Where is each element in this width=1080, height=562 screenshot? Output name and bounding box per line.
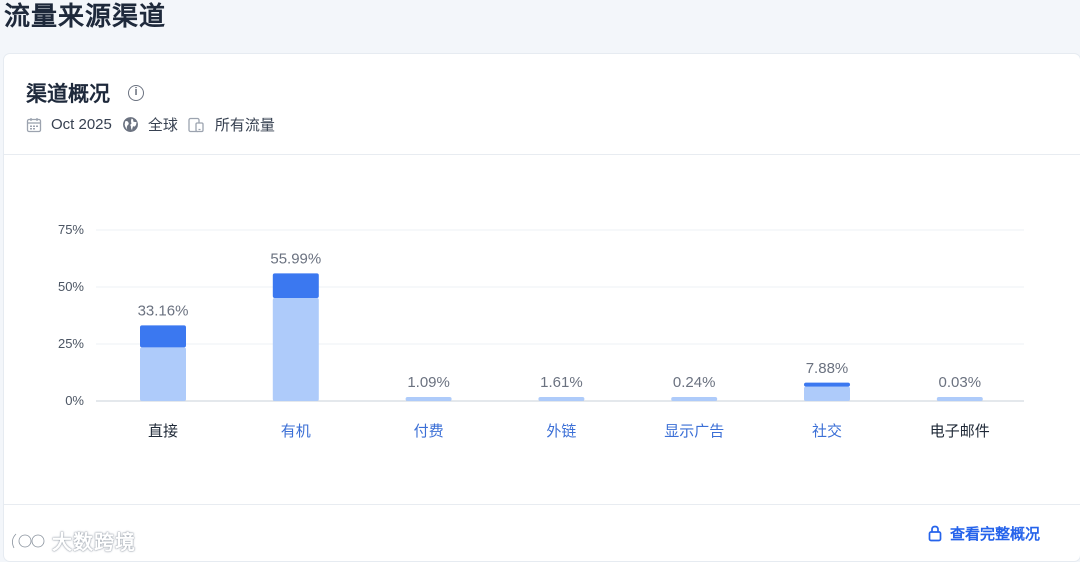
card-title-text: 渠道概况 [26, 83, 110, 106]
bar-segment [936, 397, 983, 401]
globe-icon [122, 117, 138, 132]
region-filter[interactable]: 全球 [122, 114, 178, 135]
y-tick-label: 50% [58, 279, 84, 294]
devices-icon [188, 117, 204, 132]
date-filter[interactable]: Oct 2025 [26, 116, 112, 133]
x-tick-label: 电子邮件 [930, 423, 990, 440]
x-tick-label: 外链 [546, 423, 576, 440]
bar-segment [140, 347, 186, 401]
data-label: 0.03% [939, 374, 982, 391]
data-label: 55.99% [270, 250, 321, 267]
watermark: 大数跨境 [8, 526, 136, 555]
page-title: 流量来源渠道 [4, 1, 167, 31]
bar-segment [804, 382, 850, 387]
card-footer: 查看完整概况 [4, 504, 1080, 562]
bar-segment [405, 397, 452, 401]
x-tick-label: 社交 [812, 422, 842, 440]
view-full-overview-label: 查看完整概况 [949, 526, 1040, 543]
chart-area: 0% 25% 50% 75% 33.16% 直接 55.99% 有机 1.09% 付费 1.61% 外… [4, 155, 1080, 505]
y-tick-label: 75% [58, 222, 84, 237]
y-tick-label: 0% [65, 393, 84, 408]
x-tick-label: 付费 [414, 423, 444, 440]
data-label: 7.88% [806, 360, 849, 377]
date-label: Oct 2025 [51, 116, 112, 133]
bar-segment [272, 297, 319, 401]
region-label: 全球 [147, 117, 178, 134]
brand-logo-icon [11, 532, 46, 549]
bar-segment [538, 397, 585, 401]
data-label: 1.61% [540, 374, 583, 391]
x-tick-label: 显示广告 [664, 423, 724, 440]
channel-bar-chart: 0% 25% 50% 75% 33.16% 直接 55.99% 有机 1.09% 付费 1.61% 外… [58, 222, 1024, 440]
bar-segment [804, 386, 850, 401]
watermark-text: 大数跨境 [52, 532, 136, 554]
lock-icon [928, 525, 942, 542]
bar-segment [140, 325, 186, 348]
y-tick-label: 25% [58, 336, 84, 351]
traffic-label: 所有流量 [214, 117, 275, 134]
x-tick-label: 直接 [148, 423, 178, 440]
view-full-overview-link[interactable]: 查看完整概况 [928, 523, 1040, 544]
bar-segment [671, 397, 718, 401]
data-label: 1.09% [407, 374, 450, 391]
card-title: 渠道概况 i [26, 78, 144, 108]
info-icon[interactable]: i [128, 85, 144, 101]
x-tick-label: 有机 [281, 423, 311, 440]
calendar-icon [26, 117, 42, 132]
meta-row: Oct 2025 全球 所有流量 [26, 114, 285, 135]
bar-segment [272, 273, 319, 298]
data-label: 0.24% [673, 374, 716, 391]
traffic-filter[interactable]: 所有流量 [188, 114, 275, 135]
data-label: 33.16% [138, 302, 189, 319]
card-header: 渠道概况 i Oct 2025 全球 所有流量 [4, 54, 1080, 155]
channel-overview-card: 渠道概况 i Oct 2025 全球 所有流量 0% 25% 50% 75% 3… [4, 54, 1080, 561]
